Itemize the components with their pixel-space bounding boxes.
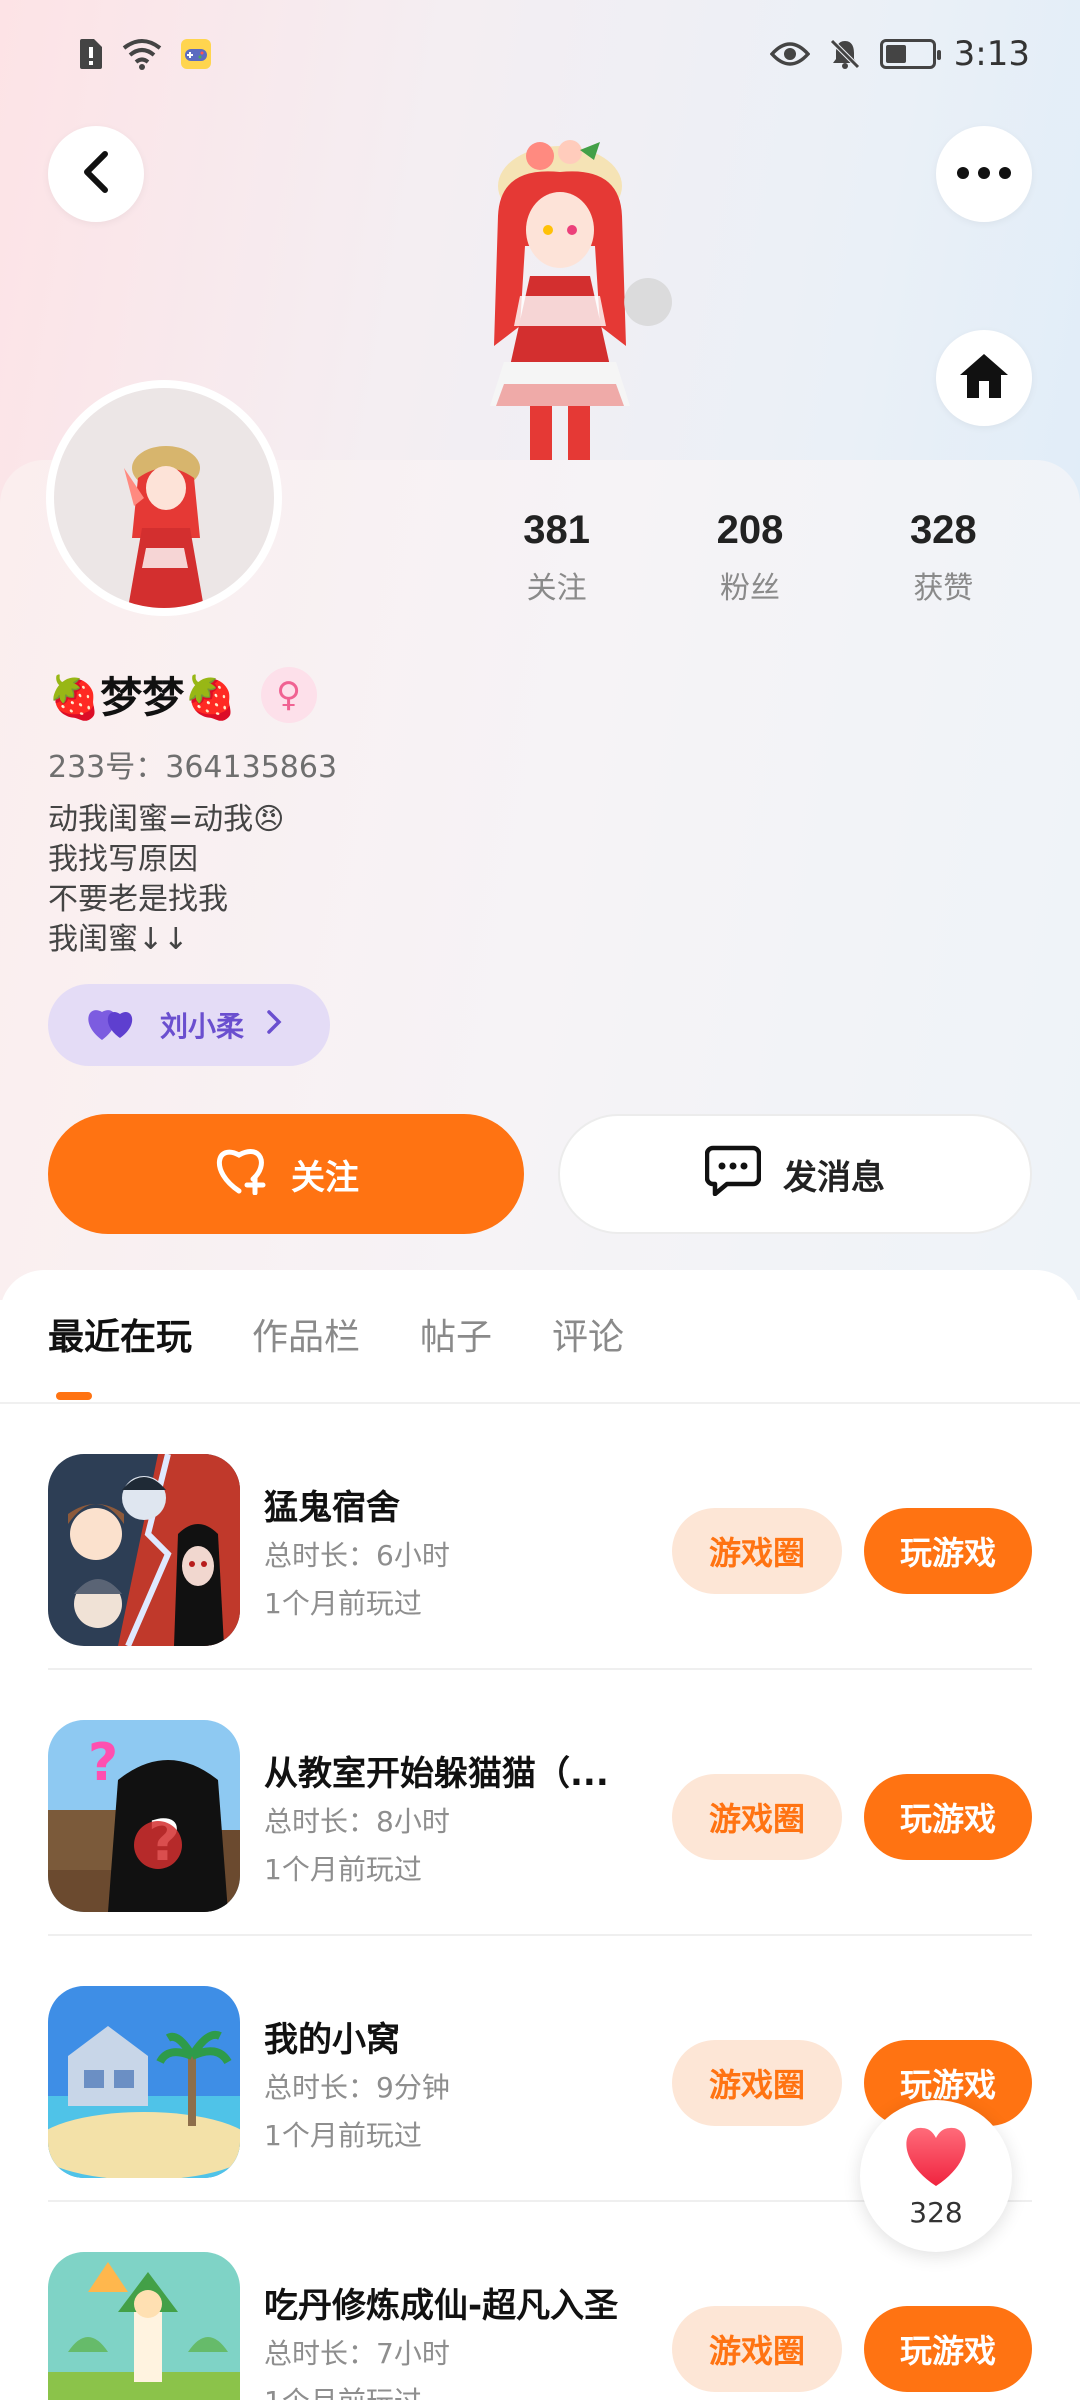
- more-options-button[interactable]: [936, 126, 1032, 222]
- stat-following[interactable]: 381 关注: [460, 508, 653, 607]
- game-last-played: 1个月前玩过: [264, 2119, 422, 2152]
- profile-tabs: 最近在玩 作品栏 帖子 评论: [48, 1308, 624, 1360]
- game-playtime: 总时长：9分钟: [264, 2071, 450, 2104]
- home-button[interactable]: [936, 330, 1032, 426]
- active-tab-indicator: [56, 1392, 92, 1400]
- game-circle-button[interactable]: 游戏圈: [672, 2040, 842, 2126]
- back-button[interactable]: [48, 126, 144, 222]
- game-list: 猛鬼宿舍 总时长：6小时 1个月前玩过 游戏圈 玩游戏 ? ? 从教室开始躲猫猫…: [0, 1404, 1080, 2400]
- stat-likes[interactable]: 328 获赞: [847, 508, 1040, 607]
- eye-icon: [769, 40, 810, 68]
- bio-line: 动我闺蜜=动我😠: [48, 802, 285, 837]
- bio-line: 我闺蜜↓↓: [48, 922, 189, 957]
- game-circle-button[interactable]: 游戏圈: [672, 2306, 842, 2392]
- home-icon: [957, 351, 1011, 405]
- follow-label: 关注: [291, 1157, 359, 1198]
- game-title: 猛鬼宿舍: [264, 1488, 400, 1528]
- bestie-chip[interactable]: 刘小柔: [48, 984, 330, 1066]
- game-list-item[interactable]: 猛鬼宿舍 总时长：6小时 1个月前玩过 游戏圈 玩游戏: [48, 1404, 1032, 1670]
- message-button[interactable]: 发消息: [558, 1114, 1032, 1234]
- profile-stats: 381 关注 208 粉丝 328 获赞: [460, 508, 1040, 607]
- stat-number: 208: [716, 508, 784, 552]
- sim-alert-icon: [78, 37, 104, 71]
- username: 🍓梦梦🍓: [48, 673, 237, 722]
- name-row: 🍓梦梦🍓 ♀: [48, 664, 317, 725]
- more-dots-icon: [956, 165, 1012, 184]
- stat-label: 粉丝: [719, 571, 780, 606]
- game-circle-button[interactable]: 游戏圈: [672, 1508, 842, 1594]
- message-label: 发消息: [783, 1157, 885, 1198]
- game-icon: [48, 2252, 240, 2400]
- svg-text:?: ?: [88, 1733, 118, 1793]
- chevron-right-icon: [266, 1009, 282, 1042]
- game-list-item[interactable]: ? ? 从教室开始躲猫猫（... 总时长：8小时 1个月前玩过 游戏圈 玩游戏: [48, 1670, 1032, 1936]
- game-title: 我的小窝: [264, 2020, 400, 2060]
- bestie-name: 刘小柔: [160, 1010, 245, 1043]
- stat-label: 获赞: [913, 571, 974, 606]
- stat-number: 381: [523, 508, 591, 552]
- bio-line: 我找写原因: [48, 842, 198, 877]
- game-last-played: 1个月前玩过: [264, 1587, 422, 1620]
- tab-comments[interactable]: 评论: [552, 1308, 624, 1360]
- game-last-played: 1个月前玩过: [264, 1853, 422, 1886]
- follow-button[interactable]: 关注: [48, 1114, 524, 1234]
- double-heart-icon: [86, 1002, 138, 1049]
- play-game-button[interactable]: 玩游戏: [864, 1774, 1032, 1860]
- play-game-button[interactable]: 玩游戏: [864, 2306, 1032, 2392]
- tab-posts[interactable]: 帖子: [420, 1308, 492, 1360]
- status-bar: 3:13: [0, 0, 1080, 108]
- game-controller-icon: [180, 38, 212, 70]
- game-icon: ? ?: [48, 1720, 240, 1912]
- wifi-icon: [122, 38, 162, 70]
- like-count: 328: [909, 2195, 963, 2229]
- bio: 动我闺蜜=动我😠 我找写原因 不要老是找我 我闺蜜↓↓: [48, 800, 284, 960]
- game-title: 吃丹修炼成仙-超凡入圣: [264, 2286, 619, 2326]
- play-game-button[interactable]: 玩游戏: [864, 1508, 1032, 1594]
- female-gender-icon: ♀: [260, 666, 317, 723]
- status-time: 3:13: [953, 34, 1030, 74]
- stat-number: 328: [909, 508, 977, 552]
- game-title: 从教室开始躲猫猫（...: [264, 1754, 609, 1794]
- bio-line: 不要老是找我: [48, 882, 228, 917]
- game-playtime: 总时长：6小时: [264, 1539, 450, 1572]
- mute-bell-icon: [828, 37, 862, 71]
- heart-icon: [900, 2124, 972, 2192]
- chevron-left-icon: [79, 150, 113, 198]
- game-playtime: 总时长：8小时: [264, 1805, 450, 1838]
- avatar[interactable]: [46, 380, 282, 616]
- tab-recently-played[interactable]: 最近在玩: [48, 1308, 192, 1360]
- tab-works[interactable]: 作品栏: [252, 1308, 360, 1360]
- hero-character-image: [420, 126, 700, 462]
- like-floating-button[interactable]: 328: [860, 2100, 1012, 2252]
- game-icon: [48, 1454, 240, 1646]
- stat-followers[interactable]: 208 粉丝: [653, 508, 846, 607]
- game-last-played: 1个月前玩过: [264, 2380, 422, 2400]
- user-id: 233号：364135863: [48, 750, 338, 785]
- stat-label: 关注: [526, 571, 587, 606]
- battery-icon: [879, 39, 941, 69]
- heart-plus-icon: [213, 1145, 269, 1204]
- chat-bubble-icon: [704, 1144, 762, 1205]
- game-circle-button[interactable]: 游戏圈: [672, 1774, 842, 1860]
- game-playtime: 总时长：7小时: [264, 2337, 450, 2370]
- game-icon: [48, 1986, 240, 2178]
